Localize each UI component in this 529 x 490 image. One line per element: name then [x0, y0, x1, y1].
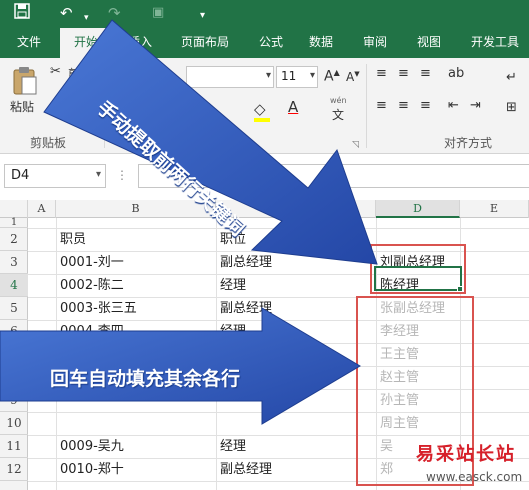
tab-page-layout[interactable]: 页面布局	[172, 28, 238, 58]
tab-formulas[interactable]: 公式	[250, 28, 292, 58]
row-header-11[interactable]: 11	[0, 435, 28, 458]
name-box-value: D4	[11, 168, 30, 183]
chevron-down-icon: ▾	[265, 70, 271, 81]
cell-c4[interactable]: 经理	[220, 274, 246, 297]
cell-c11[interactable]: 经理	[220, 435, 246, 458]
cell-b6[interactable]: 0004-李四	[60, 320, 124, 343]
tab-view[interactable]: 视图	[408, 28, 450, 58]
tab-insert[interactable]: 插入	[114, 28, 166, 58]
redo-icon[interactable]: ↷	[108, 3, 121, 23]
decrease-font-icon[interactable]: A▼	[346, 70, 360, 84]
watermark-url: www.easck.com	[426, 470, 523, 484]
align-bottom-icon[interactable]: ≡	[420, 66, 431, 81]
row-header-3[interactable]: 3	[0, 251, 28, 274]
font-color-icon[interactable]: A	[288, 98, 298, 116]
paste-icon[interactable]	[12, 66, 38, 100]
align-top-icon[interactable]: ≡	[376, 66, 387, 81]
cell-b3[interactable]: 0001-刘一	[60, 251, 124, 274]
font-name-combo[interactable]: ▾	[186, 66, 274, 88]
column-headers: A B C D E	[0, 200, 529, 218]
cell-b11[interactable]: 0009-吴九	[60, 435, 124, 458]
grid-line	[216, 218, 217, 490]
wrap-text-icon[interactable]: ↵	[506, 70, 517, 85]
row-header-9[interactable]: 9	[0, 389, 28, 412]
cell-b5[interactable]: 0003-张三五	[60, 297, 137, 320]
alignment-group-label: 对齐方式	[444, 136, 493, 150]
paste-button-label[interactable]: 粘贴	[10, 98, 34, 115]
tab-review[interactable]: 审阅	[354, 28, 396, 58]
column-header-a[interactable]: A	[28, 200, 56, 218]
row-header-1[interactable]: 1	[0, 218, 28, 228]
fill-color-swatch	[254, 118, 270, 122]
chevron-down-icon: ▾	[309, 70, 315, 81]
cell-c6[interactable]: 经理	[220, 320, 246, 343]
row-header-5[interactable]: 5	[0, 297, 28, 320]
grid-line	[28, 228, 529, 229]
fill-color-icon[interactable]: ◇	[254, 100, 266, 118]
undo-dropdown-icon[interactable]: ▾	[84, 8, 89, 28]
row-header-6[interactable]: 6	[0, 320, 28, 343]
align-left-icon[interactable]: ≡	[376, 98, 387, 113]
cut-button-label[interactable]: 剪切	[68, 65, 92, 82]
merge-center-icon[interactable]: ⊞	[506, 100, 517, 115]
ribbon-home: 粘贴 ✂ 剪切 剪贴板 ▾ 11 ▾ A▲ A▼ ◇ A wén 文 ◹ ≡ ≡…	[0, 58, 529, 154]
quick-access-toolbar: ↶ ▾ ↷ ▣ ▾	[0, 0, 529, 28]
row-header-12[interactable]: 12	[0, 458, 28, 481]
formula-bar: D4 ▾ ⋮	[0, 154, 529, 198]
font-size-value: 11	[281, 69, 297, 83]
print-preview-icon[interactable]: ▣	[152, 3, 164, 23]
row-header-8[interactable]: 8	[0, 366, 28, 389]
formula-bar-dots-icon: ⋮	[116, 168, 128, 182]
callout-bottom-text: 回车自动填充其余各行	[50, 368, 241, 390]
row-headers: 1 2 3 4 5 6 7 8 9 10 11 12	[0, 218, 28, 490]
orientation-icon[interactable]: ab	[448, 66, 464, 81]
cell-b12[interactable]: 0010-郑十	[60, 458, 124, 481]
save-icon[interactable]	[14, 3, 30, 24]
phonetic-icon[interactable]: 文	[332, 106, 344, 123]
align-middle-icon[interactable]: ≡	[398, 66, 409, 81]
undo-icon[interactable]: ↶	[60, 3, 73, 23]
select-all-corner[interactable]	[0, 200, 28, 218]
column-header-d[interactable]: D	[376, 200, 460, 218]
row-header-7[interactable]: 7	[0, 343, 28, 366]
grid-line	[56, 218, 57, 490]
watermark: 易采站长站 www.easck.com	[412, 436, 529, 490]
name-box[interactable]: D4 ▾	[4, 164, 106, 188]
phonetic-label: wén	[330, 96, 347, 105]
tab-home[interactable]: 开始	[60, 28, 112, 58]
indent-decrease-icon[interactable]: ⇤	[448, 98, 459, 113]
cell-c12[interactable]: 副总经理	[220, 458, 272, 481]
ribbon-tabs: 文件 开始 插入 页面布局 公式 数据 审阅 视图 开发工具	[0, 28, 529, 58]
indent-increase-icon[interactable]: ⇥	[470, 98, 481, 113]
tab-data[interactable]: 数据	[300, 28, 342, 58]
row-header-4[interactable]: 4	[0, 274, 28, 297]
font-size-combo[interactable]: 11 ▾	[276, 66, 318, 88]
cell-b2[interactable]: 职员	[60, 228, 86, 251]
highlight-box-manual	[370, 244, 466, 294]
row-header-2[interactable]: 2	[0, 228, 28, 251]
chevron-down-icon: ▾	[95, 169, 101, 180]
customize-qat-icon[interactable]: ▾	[200, 6, 205, 26]
cell-c3[interactable]: 副总经理	[220, 251, 272, 274]
increase-font-icon[interactable]: A▲	[324, 68, 340, 85]
ribbon-divider	[366, 64, 367, 148]
cut-icon[interactable]: ✂	[50, 64, 61, 79]
watermark-text: 易采站长站	[416, 444, 516, 465]
tab-developer[interactable]: 开发工具	[462, 28, 528, 58]
tab-file[interactable]: 文件	[4, 28, 54, 58]
font-dialog-launcher-icon[interactable]: ◹	[352, 140, 359, 150]
cell-b4[interactable]: 0002-陈二	[60, 274, 124, 297]
clipboard-group-label: 剪贴板	[30, 136, 67, 150]
column-header-e[interactable]: E	[460, 200, 529, 218]
align-right-icon[interactable]: ≡	[420, 98, 431, 113]
cell-c5[interactable]: 副总经理	[220, 297, 272, 320]
align-center-icon[interactable]: ≡	[398, 98, 409, 113]
row-header-10[interactable]: 10	[0, 412, 28, 435]
